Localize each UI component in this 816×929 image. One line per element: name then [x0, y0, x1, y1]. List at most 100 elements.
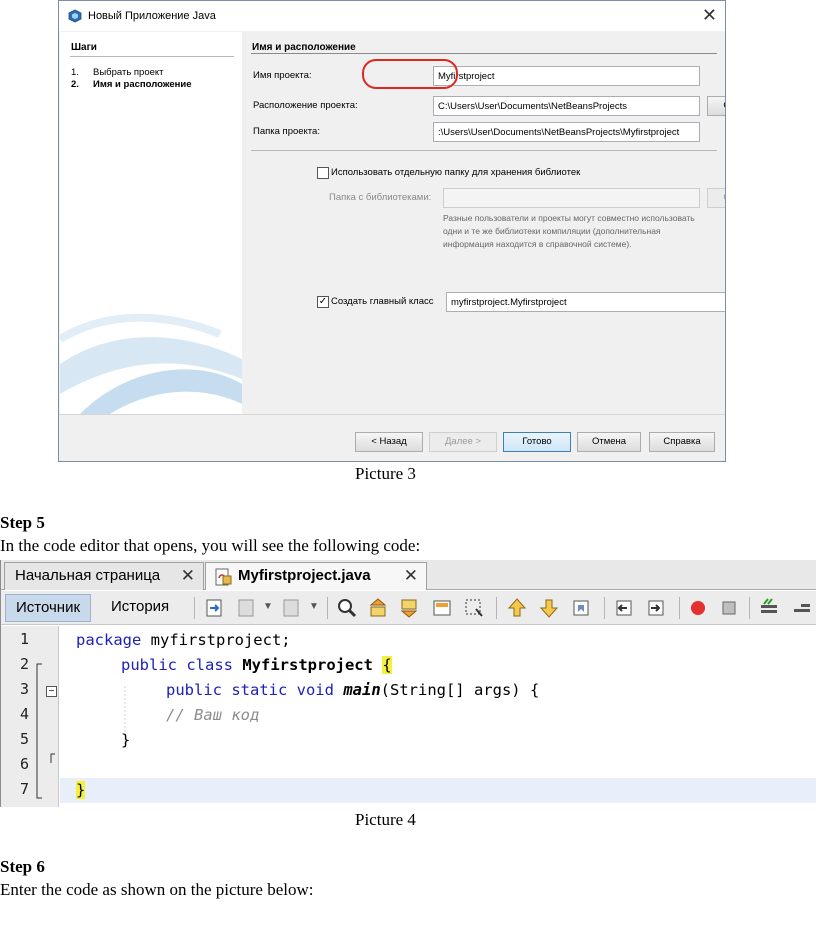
lib-folder-label: Папка с библиотеками:: [329, 192, 432, 203]
toolbar-separator: [604, 597, 605, 619]
keyword: public class: [121, 656, 233, 674]
main-class-input[interactable]: myfirstproject.Myfirstproject: [446, 292, 725, 312]
code-editor: Начальная страница ✕ Myfirstproject.java…: [0, 560, 816, 807]
picture-caption: Picture 3: [355, 464, 416, 483]
name-location-panel: Имя и расположение Имя проекта: Myfirstp…: [243, 32, 725, 414]
dialog-footer: < Назад Далее > Готово Отмена Справка: [59, 414, 725, 461]
comment-icon[interactable]: [758, 597, 780, 619]
step-heading: Step 6: [0, 857, 45, 876]
keyword: package: [76, 631, 142, 649]
divider: [70, 56, 234, 57]
history-button[interactable]: История: [101, 594, 179, 622]
find-previous-icon[interactable]: [367, 597, 389, 619]
forward-icon[interactable]: [281, 597, 303, 619]
code-line: }: [76, 778, 86, 803]
project-folder-input[interactable]: :\Users\User\Documents\NetBeansProjects\…: [433, 122, 700, 142]
keyword: public static void: [166, 681, 334, 699]
finish-button[interactable]: Готово: [503, 432, 571, 452]
last-edit-icon[interactable]: [204, 597, 226, 619]
main-class-label: Создать главный класс: [331, 296, 434, 307]
main-class-checkbox[interactable]: ✓: [317, 296, 329, 308]
line-number: 1: [19, 630, 29, 648]
toggle-bookmark-icon[interactable]: [570, 597, 592, 619]
start-macro-icon[interactable]: [687, 597, 709, 619]
rectangular-selection-icon[interactable]: [463, 597, 485, 619]
tab-start-page[interactable]: Начальная страница ✕: [4, 562, 204, 590]
line-number: 2: [19, 655, 29, 673]
toolbar-separator: [749, 597, 750, 619]
project-location-label: Расположение проекта:: [253, 100, 358, 111]
code-line: public class Myfirstproject {: [121, 653, 392, 678]
toggle-highlight-icon[interactable]: [431, 597, 453, 619]
stop-macro-icon[interactable]: [718, 597, 740, 619]
line-number: 4: [19, 705, 29, 723]
java-file-icon: [215, 568, 232, 586]
code-text: myfirstproject;: [141, 631, 291, 649]
find-next-icon[interactable]: [398, 597, 420, 619]
step-item: 1. Выбрать проект: [71, 67, 164, 78]
editor-tab-bar: Начальная страница ✕ Myfirstproject.java…: [1, 560, 816, 590]
brace-highlight: {: [382, 656, 392, 674]
toolbar-separator: [496, 597, 497, 619]
next-button[interactable]: Далее >: [429, 432, 497, 452]
shift-right-icon[interactable]: [645, 597, 667, 619]
back-icon[interactable]: [236, 597, 258, 619]
line-number-gutter: 1 2 3 4 5 6 7 −: [1, 626, 59, 807]
back-button[interactable]: < Назад: [355, 432, 423, 452]
red-highlight-circle: [362, 59, 458, 89]
line-number: 6: [19, 755, 29, 773]
browse-lib-button[interactable]: Обзор...: [707, 188, 725, 208]
brace-highlight: }: [76, 781, 86, 799]
close-icon[interactable]: ✕: [702, 5, 717, 25]
netbeans-icon: [68, 9, 82, 23]
current-line-highlight: [60, 778, 816, 803]
steps-panel: Шаги 1. Выбрать проект 2. Имя и расположен…: [60, 32, 242, 414]
step-item-current: 2. Имя и расположение: [71, 79, 192, 90]
code-text: (String[] args) {: [380, 681, 540, 699]
close-icon[interactable]: ✕: [181, 563, 195, 589]
search-icon[interactable]: [336, 597, 358, 619]
project-location-input[interactable]: C:\Users\User\Documents\NetBeansProjects: [433, 96, 700, 116]
code-text: }: [121, 731, 131, 749]
shift-left-icon[interactable]: [613, 597, 635, 619]
project-name-input[interactable]: Myfirstproject: [433, 66, 700, 86]
separate-lib-label: Использовать отдельную папку для хранени…: [331, 167, 581, 178]
code-area[interactable]: package myfirstproject; public class Myf…: [60, 626, 816, 807]
section-title: Имя и расположение: [252, 42, 356, 53]
help-button[interactable]: Справка: [649, 432, 715, 452]
tab-label: Myfirstproject.java: [238, 567, 371, 584]
code-line: package myfirstproject;: [76, 628, 291, 653]
class-name: Myfirstproject: [242, 656, 373, 674]
toolbar-separator: [194, 597, 195, 619]
picture-caption: Picture 4: [355, 810, 416, 829]
source-button[interactable]: Источник: [5, 594, 92, 622]
step-number: 1.: [71, 67, 79, 78]
cancel-button[interactable]: Отмена: [577, 432, 641, 452]
dialog-titlebar: Новый Приложение Java ✕: [59, 1, 725, 31]
project-name-label: Имя проекта:: [253, 70, 312, 81]
browse-location-button[interactable]: Обзор...: [707, 96, 725, 116]
uncomment-icon[interactable]: [791, 597, 813, 619]
line-number: 5: [19, 730, 29, 748]
next-bookmark-icon[interactable]: [538, 597, 560, 619]
code-line: public static void main(String[] args) {: [166, 678, 539, 703]
step-text: In the code editor that opens, you will …: [0, 536, 421, 555]
toolbar-separator: [327, 597, 328, 619]
close-icon[interactable]: ✕: [404, 563, 418, 589]
tab-myfirstproject-java[interactable]: Myfirstproject.java ✕: [205, 562, 427, 590]
dialog-title: Новый Приложение Java: [88, 10, 216, 22]
step-heading: Step 5: [0, 513, 45, 532]
lib-folder-input[interactable]: [443, 188, 700, 208]
project-folder-label: Папка проекта:: [253, 126, 320, 137]
chevron-down-icon[interactable]: ▼: [309, 601, 319, 612]
separate-lib-checkbox[interactable]: [317, 167, 329, 179]
chevron-down-icon[interactable]: ▼: [263, 601, 273, 612]
line-number: 7: [19, 780, 29, 798]
code-line: }: [121, 728, 130, 753]
collapse-icon[interactable]: −: [46, 686, 57, 697]
previous-bookmark-icon[interactable]: [506, 597, 528, 619]
code-line: // Ваш код: [166, 703, 259, 728]
toolbar-separator: [679, 597, 680, 619]
divider: [251, 150, 717, 151]
editor-toolbar: Источник История ▼ ▼: [1, 591, 816, 625]
